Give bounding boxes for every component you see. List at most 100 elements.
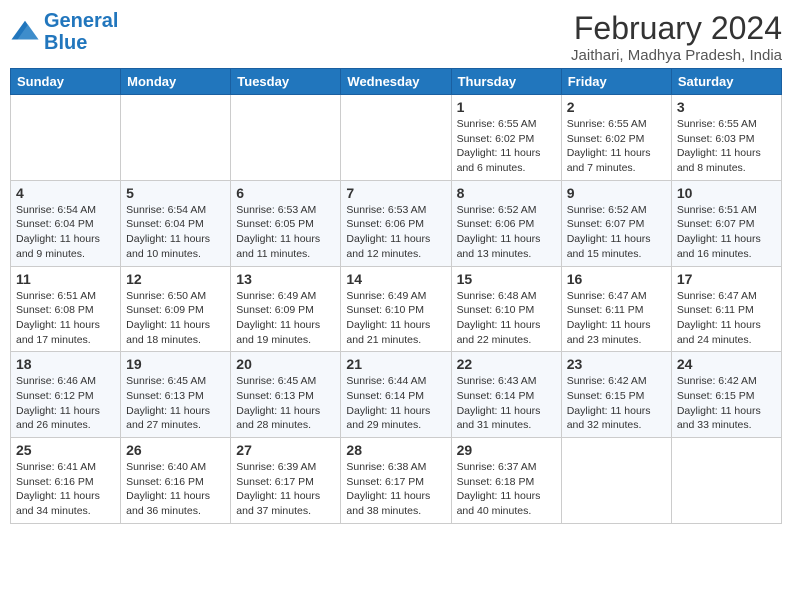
calendar-cell: 23 Sunrise: 6:42 AM Sunset: 6:15 PM Dayli…	[561, 352, 671, 438]
day-info: Sunrise: 6:38 AM Sunset: 6:17 PM Dayligh…	[346, 460, 445, 519]
calendar-week-4: 18 Sunrise: 6:46 AM Sunset: 6:12 PM Dayli…	[11, 352, 782, 438]
day-info: Sunrise: 6:54 AM Sunset: 6:04 PM Dayligh…	[126, 203, 225, 262]
day-info: Sunrise: 6:55 AM Sunset: 6:03 PM Dayligh…	[677, 117, 776, 176]
calendar-cell: 21 Sunrise: 6:44 AM Sunset: 6:14 PM Dayli…	[341, 352, 451, 438]
calendar-cell: 24Sunrise: 6:42 AM Sunset: 6:15 PM Dayli…	[671, 352, 781, 438]
calendar-cell: 17 Sunrise: 6:47 AM Sunset: 6:11 PM Dayli…	[671, 266, 781, 352]
calendar-cell: 6 Sunrise: 6:53 AM Sunset: 6:05 PM Daylig…	[231, 180, 341, 266]
day-info: Sunrise: 6:49 AM Sunset: 6:09 PM Dayligh…	[236, 289, 335, 348]
day-number: 8	[457, 185, 556, 201]
day-number: 16	[567, 271, 666, 287]
day-number: 29	[457, 442, 556, 458]
day-number: 23	[567, 356, 666, 372]
day-number: 6	[236, 185, 335, 201]
calendar: SundayMondayTuesdayWednesdayThursdayFrid…	[10, 68, 782, 524]
calendar-cell: 22Sunrise: 6:43 AM Sunset: 6:14 PM Dayli…	[451, 352, 561, 438]
calendar-cell: 8 Sunrise: 6:52 AM Sunset: 6:06 PM Daylig…	[451, 180, 561, 266]
day-info: Sunrise: 6:39 AM Sunset: 6:17 PM Dayligh…	[236, 460, 335, 519]
calendar-week-2: 4Sunrise: 6:54 AM Sunset: 6:04 PM Daylig…	[11, 180, 782, 266]
day-info: Sunrise: 6:51 AM Sunset: 6:08 PM Dayligh…	[16, 289, 115, 348]
day-info: Sunrise: 6:37 AM Sunset: 6:18 PM Dayligh…	[457, 460, 556, 519]
calendar-header-sunday: Sunday	[11, 69, 121, 95]
day-info: Sunrise: 6:45 AM Sunset: 6:13 PM Dayligh…	[126, 374, 225, 433]
day-number: 20	[236, 356, 335, 372]
day-info: Sunrise: 6:52 AM Sunset: 6:06 PM Dayligh…	[457, 203, 556, 262]
day-number: 22	[457, 356, 556, 372]
calendar-cell: 26 Sunrise: 6:40 AM Sunset: 6:16 PM Dayli…	[121, 438, 231, 524]
calendar-cell	[121, 95, 231, 181]
day-number: 15	[457, 271, 556, 287]
location: Jaithari, Madhya Pradesh, India	[571, 47, 782, 64]
calendar-cell: 12 Sunrise: 6:50 AM Sunset: 6:09 PM Dayli…	[121, 266, 231, 352]
calendar-cell: 25 Sunrise: 6:41 AM Sunset: 6:16 PM Dayli…	[11, 438, 121, 524]
calendar-cell: 5 Sunrise: 6:54 AM Sunset: 6:04 PM Daylig…	[121, 180, 231, 266]
day-info: Sunrise: 6:52 AM Sunset: 6:07 PM Dayligh…	[567, 203, 666, 262]
logo-line1: General	[44, 10, 118, 32]
month-title: February 2024	[571, 10, 782, 47]
logo: General Blue	[10, 10, 118, 54]
day-number: 7	[346, 185, 445, 201]
day-number: 12	[126, 271, 225, 287]
calendar-cell: 16 Sunrise: 6:47 AM Sunset: 6:11 PM Dayli…	[561, 266, 671, 352]
day-info: Sunrise: 6:55 AM Sunset: 6:02 PM Dayligh…	[457, 117, 556, 176]
day-number: 17	[677, 271, 776, 287]
calendar-cell: 15Sunrise: 6:48 AM Sunset: 6:10 PM Dayli…	[451, 266, 561, 352]
day-info: Sunrise: 6:40 AM Sunset: 6:16 PM Dayligh…	[126, 460, 225, 519]
day-info: Sunrise: 6:46 AM Sunset: 6:12 PM Dayligh…	[16, 374, 115, 433]
calendar-header-row: SundayMondayTuesdayWednesdayThursdayFrid…	[11, 69, 782, 95]
day-number: 28	[346, 442, 445, 458]
calendar-week-1: 1 Sunrise: 6:55 AM Sunset: 6:02 PM Daylig…	[11, 95, 782, 181]
calendar-cell: 19Sunrise: 6:45 AM Sunset: 6:13 PM Dayli…	[121, 352, 231, 438]
day-info: Sunrise: 6:45 AM Sunset: 6:13 PM Dayligh…	[236, 374, 335, 433]
calendar-cell	[11, 95, 121, 181]
day-number: 24	[677, 356, 776, 372]
day-info: Sunrise: 6:41 AM Sunset: 6:16 PM Dayligh…	[16, 460, 115, 519]
day-number: 9	[567, 185, 666, 201]
day-number: 25	[16, 442, 115, 458]
calendar-cell	[561, 438, 671, 524]
day-number: 21	[346, 356, 445, 372]
day-info: Sunrise: 6:54 AM Sunset: 6:04 PM Dayligh…	[16, 203, 115, 262]
day-info: Sunrise: 6:53 AM Sunset: 6:06 PM Dayligh…	[346, 203, 445, 262]
day-info: Sunrise: 6:50 AM Sunset: 6:09 PM Dayligh…	[126, 289, 225, 348]
day-info: Sunrise: 6:51 AM Sunset: 6:07 PM Dayligh…	[677, 203, 776, 262]
calendar-week-5: 25 Sunrise: 6:41 AM Sunset: 6:16 PM Dayli…	[11, 438, 782, 524]
calendar-header-thursday: Thursday	[451, 69, 561, 95]
calendar-header-tuesday: Tuesday	[231, 69, 341, 95]
calendar-cell: 29 Sunrise: 6:37 AM Sunset: 6:18 PM Dayli…	[451, 438, 561, 524]
day-info: Sunrise: 6:55 AM Sunset: 6:02 PM Dayligh…	[567, 117, 666, 176]
day-number: 5	[126, 185, 225, 201]
calendar-cell: 3 Sunrise: 6:55 AM Sunset: 6:03 PM Daylig…	[671, 95, 781, 181]
day-number: 10	[677, 185, 776, 201]
calendar-cell	[341, 95, 451, 181]
day-number: 13	[236, 271, 335, 287]
calendar-cell: 13 Sunrise: 6:49 AM Sunset: 6:09 PM Dayli…	[231, 266, 341, 352]
day-info: Sunrise: 6:53 AM Sunset: 6:05 PM Dayligh…	[236, 203, 335, 262]
calendar-cell: 9 Sunrise: 6:52 AM Sunset: 6:07 PM Daylig…	[561, 180, 671, 266]
calendar-cell	[231, 95, 341, 181]
day-info: Sunrise: 6:49 AM Sunset: 6:10 PM Dayligh…	[346, 289, 445, 348]
day-number: 18	[16, 356, 115, 372]
calendar-header-friday: Friday	[561, 69, 671, 95]
day-info: Sunrise: 6:47 AM Sunset: 6:11 PM Dayligh…	[677, 289, 776, 348]
day-info: Sunrise: 6:42 AM Sunset: 6:15 PM Dayligh…	[567, 374, 666, 433]
day-info: Sunrise: 6:47 AM Sunset: 6:11 PM Dayligh…	[567, 289, 666, 348]
calendar-cell: 27Sunrise: 6:39 AM Sunset: 6:17 PM Dayli…	[231, 438, 341, 524]
calendar-header-wednesday: Wednesday	[341, 69, 451, 95]
calendar-header-monday: Monday	[121, 69, 231, 95]
calendar-cell: 20 Sunrise: 6:45 AM Sunset: 6:13 PM Dayli…	[231, 352, 341, 438]
page-header: General Blue February 2024 Jaithari, Mad…	[10, 10, 782, 64]
day-number: 11	[16, 271, 115, 287]
calendar-cell: 7 Sunrise: 6:53 AM Sunset: 6:06 PM Daylig…	[341, 180, 451, 266]
calendar-week-3: 11 Sunrise: 6:51 AM Sunset: 6:08 PM Dayli…	[11, 266, 782, 352]
calendar-cell: 1 Sunrise: 6:55 AM Sunset: 6:02 PM Daylig…	[451, 95, 561, 181]
day-number: 2	[567, 99, 666, 115]
day-number: 1	[457, 99, 556, 115]
day-info: Sunrise: 6:44 AM Sunset: 6:14 PM Dayligh…	[346, 374, 445, 433]
calendar-header-saturday: Saturday	[671, 69, 781, 95]
day-number: 26	[126, 442, 225, 458]
day-number: 3	[677, 99, 776, 115]
logo-icon	[10, 17, 40, 47]
logo-line2: Blue	[44, 32, 87, 54]
calendar-cell: 11 Sunrise: 6:51 AM Sunset: 6:08 PM Dayli…	[11, 266, 121, 352]
